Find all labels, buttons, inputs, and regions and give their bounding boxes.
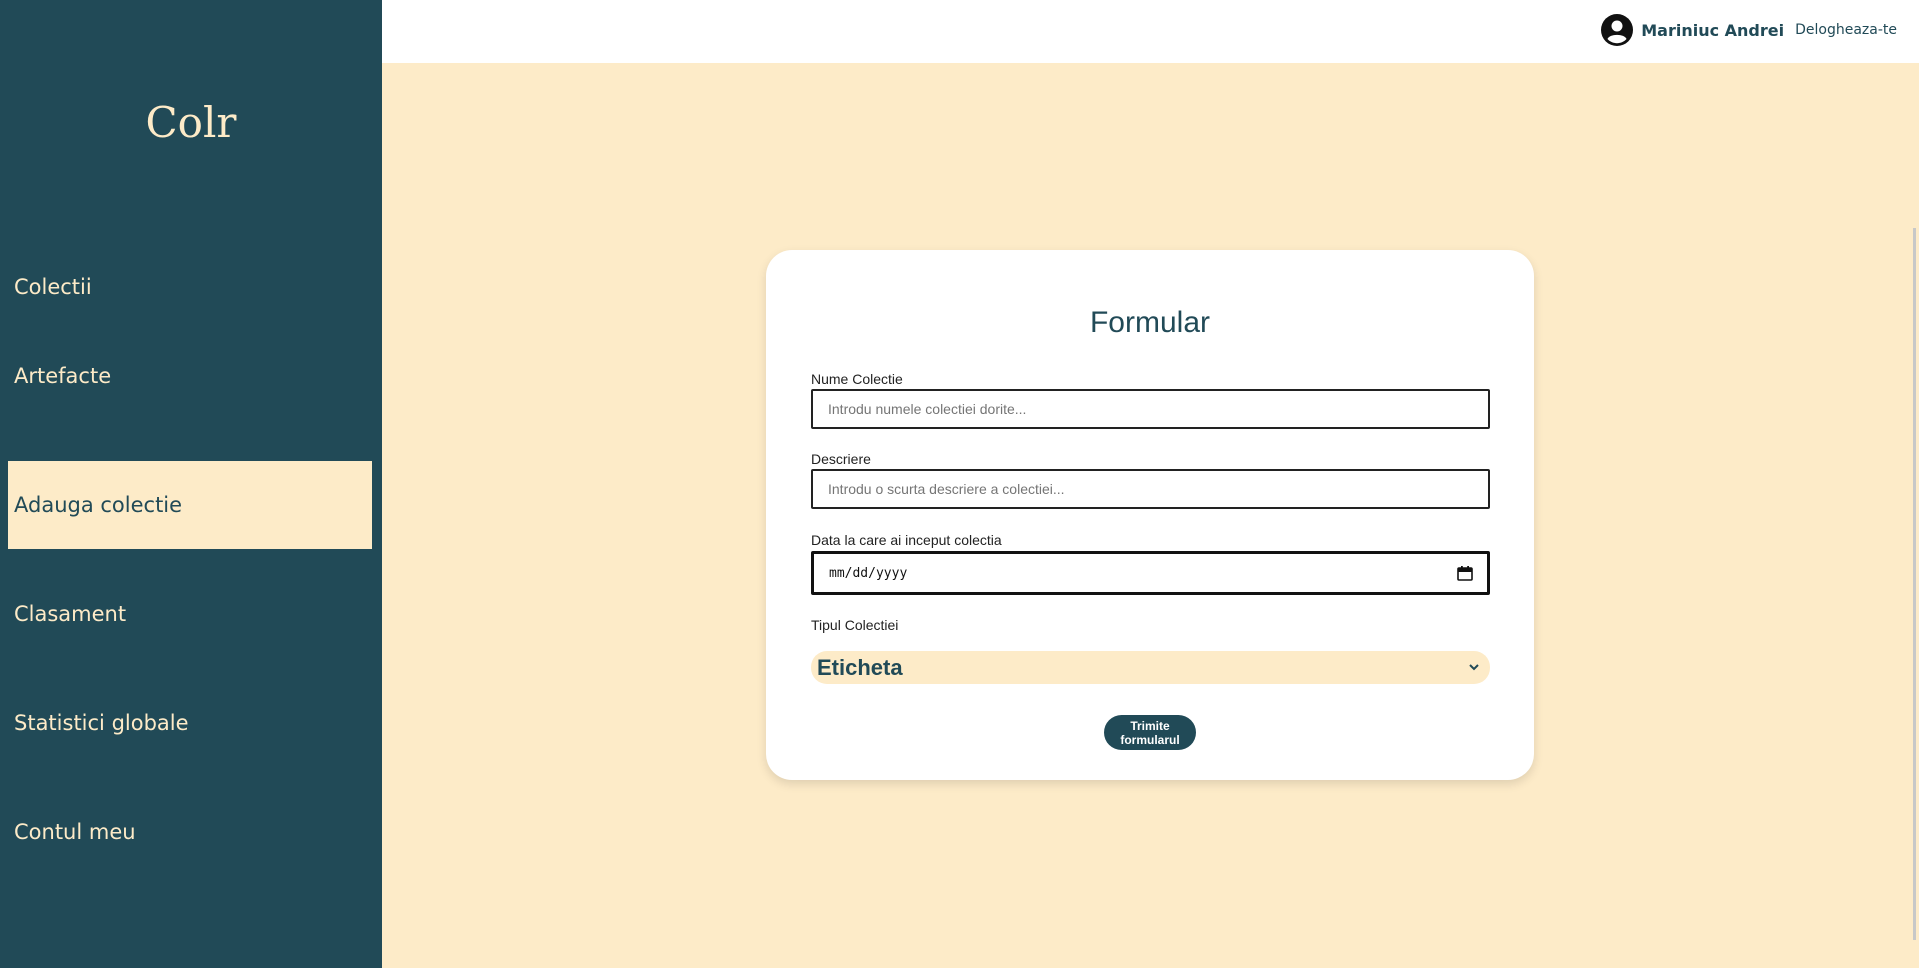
top-bar: Mariniuc Andrei Delogheaza-te — [382, 0, 1919, 63]
form-title: Formular — [1089, 306, 1210, 339]
form-card: Formular Nume Colectie Descriere Data la… — [766, 250, 1534, 780]
date-label: Data la care ai inceput colectia — [811, 532, 1002, 548]
description-input[interactable] — [811, 469, 1490, 509]
type-label: Tipul Colectiei — [811, 617, 899, 633]
name-label: Nume Colectie — [811, 371, 903, 387]
sidebar-item-artefacte[interactable]: Artefacte — [8, 332, 372, 420]
user-menu: Mariniuc Andrei Delogheaza-te — [1601, 13, 1897, 47]
start-date-input[interactable]: mm/dd/yyyy — [811, 551, 1490, 595]
description-label: Descriere — [811, 451, 871, 467]
sidebar-item-colectii[interactable]: Colectii — [8, 243, 372, 331]
chevron-down-icon — [1469, 664, 1479, 671]
sidebar-item-contul-meu[interactable]: Contul meu — [8, 788, 372, 876]
collection-name-input[interactable] — [811, 389, 1490, 429]
scrollbar[interactable] — [1913, 228, 1916, 940]
sidebar-item-clasament[interactable]: Clasament — [8, 570, 372, 658]
sidebar-item-statistici-globale[interactable]: Statistici globale — [8, 679, 372, 767]
date-value: mm/dd/yyyy — [829, 565, 908, 581]
sidebar-item-adauga-colectie[interactable]: Adauga colectie — [8, 461, 372, 549]
sidebar: Colr Colectii Artefacte Adauga colectie … — [0, 0, 382, 968]
selected-type: Eticheta — [817, 654, 903, 680]
user-name: Mariniuc Andrei — [1641, 20, 1785, 40]
brand-logo[interactable]: Colr — [0, 98, 382, 147]
logout-link[interactable]: Delogheaza-te — [1795, 22, 1897, 38]
submit-button[interactable]: Trimite formularul — [1104, 715, 1196, 750]
collection-type-select[interactable]: Eticheta — [811, 651, 1490, 684]
account-circle-icon[interactable] — [1601, 14, 1634, 46]
calendar-icon[interactable] — [1457, 566, 1473, 581]
